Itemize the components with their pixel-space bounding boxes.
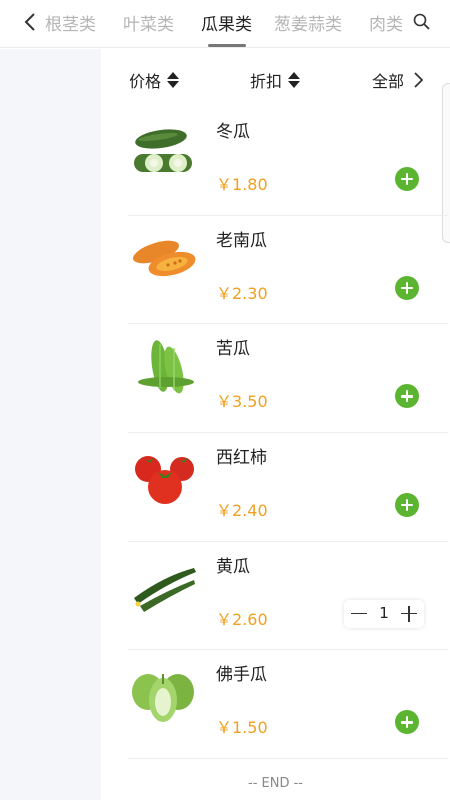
chayote-image — [132, 674, 194, 723]
category-tab-bar: 根茎类 叶菜类 瓜果类 葱姜蒜类 肉类 — [0, 0, 450, 48]
filter-all-label: 全部 — [372, 72, 405, 91]
product-name: 冬瓜 — [216, 122, 250, 142]
cucumber-image — [134, 567, 196, 612]
list-end-marker: -- END -- — [248, 776, 303, 791]
tomato-image — [135, 456, 194, 505]
product-price: ￥2.30 — [216, 283, 268, 303]
increase-quantity-button[interactable] — [398, 600, 420, 628]
sort-arrows-icon — [167, 71, 180, 89]
tab-meat[interactable]: 肉类 — [369, 10, 403, 35]
sort-discount-label: 折扣 — [250, 72, 283, 91]
product-name: 西红柿 — [216, 448, 267, 469]
add-to-cart-button[interactable] — [395, 275, 419, 300]
active-tab-indicator — [208, 44, 246, 47]
add-to-cart-button[interactable] — [395, 384, 419, 409]
product-name: 苦瓜 — [216, 339, 250, 360]
list-item[interactable]: 佛手瓜 ￥1.50 — [128, 650, 448, 760]
sort-bar: 价格 折扣 全部 — [101, 49, 450, 107]
product-name: 黄瓜 — [216, 556, 250, 577]
back-arrow-icon[interactable] — [20, 10, 42, 34]
product-price: ￥3.50 — [216, 392, 268, 412]
product-price: ￥2.40 — [216, 501, 268, 521]
filter-all[interactable]: 全部 — [372, 68, 424, 92]
list-item[interactable]: 苦瓜 ￥3.50 — [128, 324, 448, 434]
sort-arrows-icon — [288, 71, 301, 89]
quantity-stepper: 1 — [344, 599, 424, 628]
tab-root-vegetables[interactable]: 根茎类 — [45, 10, 96, 35]
list-item[interactable]: 冬瓜 ￥1.80 — [128, 107, 448, 216]
sort-by-discount[interactable]: 折扣 — [250, 68, 301, 92]
decrease-quantity-button[interactable] — [348, 600, 370, 628]
product-list: 冬瓜 ￥1.80 老南瓜 ￥2.30 苦瓜 ￥3.50 西红柿 ￥2.40 黄瓜… — [128, 107, 448, 760]
sort-price-label: 价格 — [129, 72, 162, 91]
product-price: ￥1.50 — [216, 718, 268, 738]
product-panel: 价格 折扣 全部 冬瓜 ￥1.80 老南瓜 ￥2.30 苦瓜 ￥3.50 西红柿… — [101, 49, 450, 800]
bitter-melon-image — [138, 340, 194, 394]
tab-onion-ginger-garlic[interactable]: 葱姜蒜类 — [274, 10, 342, 35]
product-price: ￥2.60 — [216, 609, 268, 629]
sort-by-price[interactable]: 价格 — [129, 68, 180, 92]
list-item[interactable]: 西红柿 ￥2.40 — [128, 433, 448, 542]
list-item[interactable]: 黄瓜 ￥2.60 1 — [128, 542, 448, 651]
product-name: 老南瓜 — [216, 230, 267, 251]
product-price: ￥1.80 — [216, 175, 268, 194]
add-to-cart-button[interactable] — [395, 710, 419, 735]
tab-melons-fruits[interactable]: 瓜果类 — [201, 10, 252, 35]
quantity-value: 1 — [379, 603, 389, 622]
chevron-right-icon — [414, 72, 424, 88]
winter-melon-image — [134, 129, 192, 172]
product-name: 佛手瓜 — [216, 665, 267, 686]
search-icon[interactable] — [412, 12, 432, 32]
add-to-cart-button[interactable] — [395, 167, 419, 191]
tab-leafy-vegetables[interactable]: 叶菜类 — [123, 10, 174, 35]
add-to-cart-button[interactable] — [395, 493, 419, 518]
pumpkin-image — [133, 240, 196, 276]
category-sidebar — [0, 49, 101, 800]
list-item[interactable]: 老南瓜 ￥2.30 — [128, 216, 448, 325]
